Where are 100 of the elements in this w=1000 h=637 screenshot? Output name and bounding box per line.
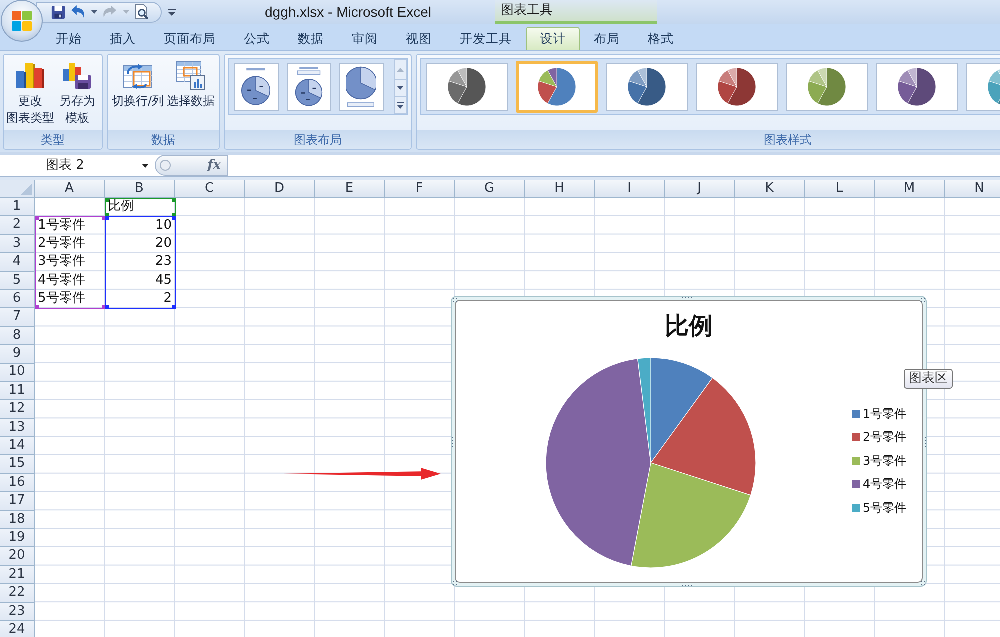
change-chart-type-button[interactable]: 更改 图表类型 (6, 55, 55, 129)
bar-chart-disk-icon (62, 62, 92, 90)
row-header[interactable]: 17 (0, 492, 35, 511)
row-header[interactable]: 22 (0, 584, 35, 603)
row-header[interactable]: 4 (0, 253, 35, 272)
dropdown-caret-icon (142, 164, 149, 168)
row-header[interactable]: 9 (0, 345, 35, 364)
ribbon-tab[interactable]: 格式 (634, 27, 688, 50)
chart-style-option[interactable] (786, 62, 868, 110)
row-header[interactable]: 12 (0, 400, 35, 419)
switch-row-column-button[interactable]: 切换行/列 (110, 55, 166, 129)
column-header[interactable]: F (385, 180, 455, 198)
sheet-cell[interactable]: 23 (155, 254, 172, 270)
ribbon-tab[interactable]: 布局 (580, 27, 634, 50)
sheet-cell[interactable]: 4号零件 (38, 272, 86, 289)
chart-tooltip: 图表区 (904, 369, 953, 389)
chart-layout-option[interactable] (234, 62, 279, 110)
row-header[interactable]: 3 (0, 234, 35, 254)
legend-label: 1号零件 (863, 406, 907, 422)
chart-title: 比例 (665, 311, 713, 342)
ribbon-tab[interactable]: 视图 (392, 27, 446, 50)
sheet-cell[interactable]: 2 (164, 291, 172, 308)
ribbon-tab[interactable]: 审阅 (338, 27, 392, 50)
caret-down-icon (90, 10, 98, 14)
column-header[interactable]: B (105, 180, 175, 198)
select-data-button[interactable]: 选择数据 (166, 55, 216, 129)
row-header[interactable]: 20 (0, 547, 35, 566)
row-header[interactable]: 2 (0, 216, 35, 235)
sheet-cell[interactable]: 5号零件 (38, 291, 86, 308)
pie-layout-icon (294, 66, 324, 108)
column-header[interactable]: M (875, 180, 945, 198)
chart-style-option[interactable] (426, 62, 508, 110)
chart-layout-option[interactable] (286, 62, 332, 110)
row-header[interactable]: 16 (0, 474, 35, 492)
group-label: 图表样式 (417, 130, 1000, 149)
chart-style-option[interactable] (516, 60, 598, 112)
ribbon-tab[interactable]: 设计 (526, 27, 580, 50)
row-header[interactable]: 11 (0, 382, 35, 400)
ribbon-tab[interactable]: 开始 (42, 27, 96, 50)
column-header[interactable]: G (455, 180, 525, 198)
chart-style-option[interactable] (606, 62, 688, 110)
legend-label: 2号零件 (863, 429, 907, 446)
column-header[interactable]: H (525, 180, 595, 198)
ribbon-tab[interactable]: 公式 (230, 27, 284, 50)
legend-label: 3号零件 (863, 452, 907, 470)
ribbon-tab[interactable]: 数据 (284, 27, 338, 50)
row-header[interactable]: 23 (0, 602, 35, 621)
legend-label: 5号零件 (863, 500, 907, 516)
sheet-cell[interactable]: 20 (155, 236, 172, 252)
contextual-tab-title: 图表工具 (501, 2, 553, 20)
group-label: 数据 (108, 130, 219, 149)
row-header[interactable]: 24 (0, 620, 35, 637)
sheet-cell[interactable]: 1号零件 (38, 218, 86, 234)
row-header[interactable]: 5 (0, 272, 35, 290)
triangle-down-icon (396, 86, 404, 90)
undo-arrow-icon (71, 5, 85, 19)
row-header[interactable]: 10 (0, 364, 35, 382)
page-magnifier-icon (134, 4, 150, 20)
bar-chart-icon (15, 62, 46, 90)
column-header[interactable]: A (35, 180, 105, 198)
caret-down-icon (122, 10, 130, 14)
row-header[interactable]: 15 (0, 455, 35, 474)
row-header[interactable]: 7 (0, 308, 35, 327)
column-header[interactable]: C (175, 180, 245, 198)
ribbon-tab[interactable]: 页面布局 (150, 27, 230, 50)
column-header[interactable]: E (315, 180, 385, 198)
column-header[interactable]: K (735, 180, 805, 198)
column-header[interactable]: D (245, 180, 315, 198)
sheet-cell[interactable]: 2号零件 (38, 236, 86, 252)
splitter-knob-icon (160, 160, 171, 171)
save-button[interactable] (49, 3, 67, 21)
save-as-template-button[interactable]: 另存为 模板 (54, 55, 100, 129)
sheet-cell[interactable]: 10 (155, 218, 172, 234)
sheet-cell[interactable]: 45 (155, 272, 172, 289)
row-header[interactable]: 6 (0, 290, 35, 308)
chart-style-option[interactable] (696, 62, 778, 110)
chart-layout-option[interactable] (339, 62, 384, 110)
column-header[interactable]: J (665, 180, 735, 198)
row-header[interactable]: 14 (0, 437, 35, 456)
column-header[interactable]: L (805, 180, 875, 198)
row-header[interactable]: 8 (0, 326, 35, 346)
row-header[interactable]: 21 (0, 566, 35, 584)
insert-function-button[interactable]: fx (208, 159, 221, 172)
row-header[interactable]: 13 (0, 418, 35, 438)
print-preview-button[interactable] (133, 3, 151, 21)
row-header[interactable]: 1 (0, 198, 35, 216)
sheet-cell[interactable]: 3号零件 (38, 254, 86, 270)
row-header[interactable]: 18 (0, 510, 35, 530)
chart-style-option[interactable] (876, 62, 958, 110)
legend-label: 4号零件 (863, 476, 907, 493)
ribbon-tab[interactable]: 插入 (96, 27, 150, 50)
gallery-more-button[interactable] (394, 97, 407, 114)
row-header[interactable]: 19 (0, 529, 35, 548)
column-header[interactable]: I (595, 180, 665, 198)
column-header[interactable]: N (945, 180, 1000, 198)
gallery-scroll-down-button[interactable] (394, 80, 407, 97)
sheet-cell[interactable]: 比例 (108, 199, 134, 216)
ribbon-tab[interactable]: 开发工具 (446, 27, 526, 50)
triangle-icon (21, 184, 32, 195)
table-chart-icon (176, 60, 206, 90)
